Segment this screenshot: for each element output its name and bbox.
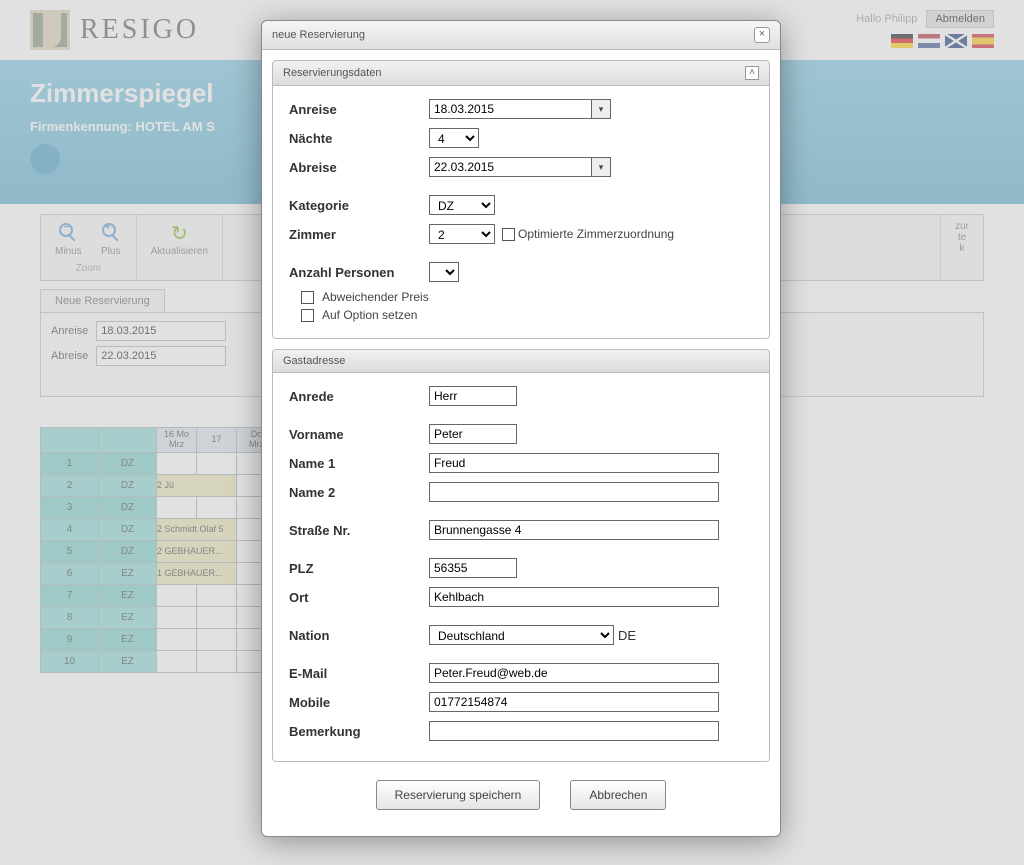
persons-label: Anzahl Personen [289, 265, 429, 280]
deviating-price-label: Abweichender Preis [322, 290, 429, 304]
street-field[interactable] [429, 520, 719, 540]
save-button[interactable]: Reservierung speichern [376, 780, 541, 810]
nights-label: Nächte [289, 131, 429, 146]
persons-select[interactable]: 2 [429, 262, 459, 282]
city-field[interactable] [429, 587, 719, 607]
arrival-dropdown-icon[interactable]: ▾ [591, 99, 611, 119]
remark-label: Bemerkung [289, 724, 429, 739]
name1-field[interactable] [429, 453, 719, 473]
salutation-label: Anrede [289, 389, 429, 404]
email-field[interactable] [429, 663, 719, 683]
email-label: E-Mail [289, 666, 429, 681]
room-label: Zimmer [289, 227, 429, 242]
nation-select[interactable]: Deutschland [429, 625, 614, 645]
reservation-data-section: Reservierungsdaten ˄ Anreise ▾ Nächte 4 … [272, 60, 770, 339]
section2-title: Gastadresse [283, 355, 345, 367]
nation-label: Nation [289, 628, 429, 643]
new-reservation-modal: neue Reservierung × Reservierungsdaten ˄… [261, 20, 781, 837]
cancel-button[interactable]: Abbrechen [570, 780, 666, 810]
name2-label: Name 2 [289, 485, 429, 500]
nights-select[interactable]: 4 [429, 128, 479, 148]
arrival-field[interactable] [429, 99, 591, 119]
section1-title: Reservierungsdaten [283, 67, 381, 79]
optimized-checkbox[interactable] [502, 228, 515, 241]
mobile-field[interactable] [429, 692, 719, 712]
nation-code: DE [618, 628, 636, 643]
street-label: Straße Nr. [289, 523, 429, 538]
departure-label: Abreise [289, 160, 429, 175]
modal-title: neue Reservierung [272, 29, 365, 41]
departure-dropdown-icon[interactable]: ▾ [591, 157, 611, 177]
zip-field[interactable] [429, 558, 517, 578]
name2-field[interactable] [429, 482, 719, 502]
firstname-field[interactable] [429, 424, 517, 444]
city-label: Ort [289, 590, 429, 605]
mobile-label: Mobile [289, 695, 429, 710]
section1-toggle[interactable]: ˄ [745, 66, 759, 80]
category-select[interactable]: DZ [429, 195, 495, 215]
on-option-checkbox[interactable] [301, 309, 314, 322]
deviating-price-checkbox[interactable] [301, 291, 314, 304]
zip-label: PLZ [289, 561, 429, 576]
firstname-label: Vorname [289, 427, 429, 442]
name1-label: Name 1 [289, 456, 429, 471]
modal-close-button[interactable]: × [754, 27, 770, 43]
departure-field[interactable] [429, 157, 591, 177]
category-label: Kategorie [289, 198, 429, 213]
guest-address-section: Gastadresse Anrede Vorname Name 1 Name 2 [272, 349, 770, 762]
arrival-label: Anreise [289, 102, 429, 117]
on-option-label: Auf Option setzen [322, 308, 417, 322]
optimized-label: Optimierte Zimmerzuordnung [518, 227, 674, 241]
room-select[interactable]: 2 [429, 224, 495, 244]
salutation-field[interactable] [429, 386, 517, 406]
remark-field[interactable] [429, 721, 719, 741]
modal-footer: Reservierung speichern Abbrechen [272, 772, 770, 826]
modal-titlebar: neue Reservierung × [262, 21, 780, 50]
